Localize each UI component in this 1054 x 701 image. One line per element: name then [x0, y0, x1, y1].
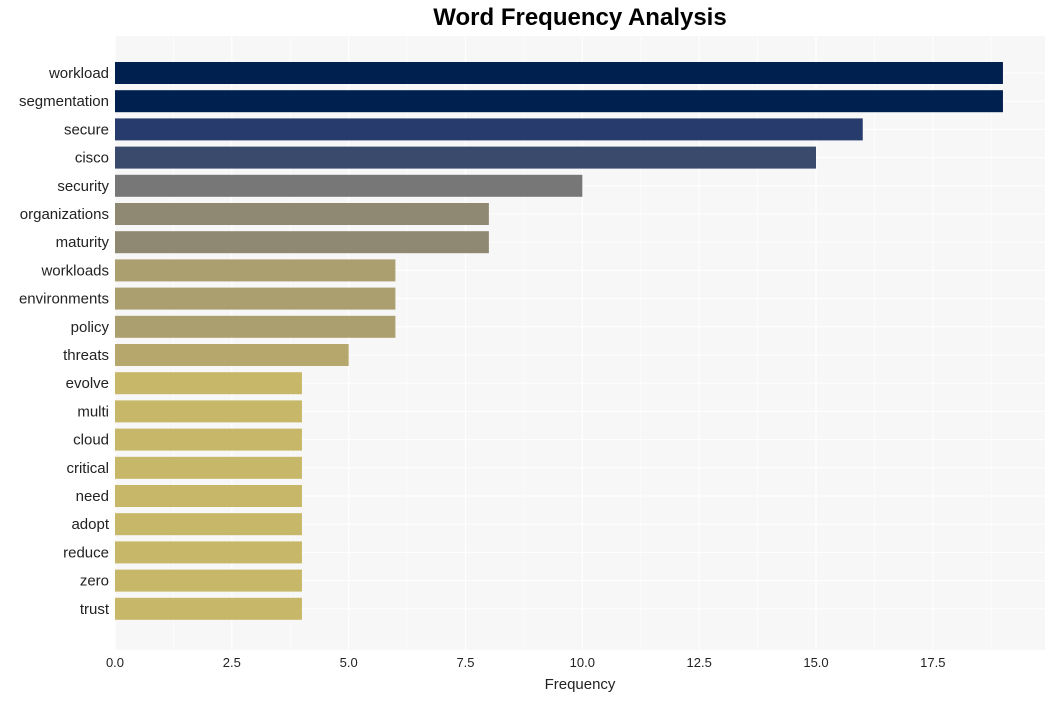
y-tick-label: trust — [80, 601, 110, 618]
x-tick-label: 2.5 — [223, 655, 241, 670]
y-tick-label: reduce — [63, 544, 109, 561]
y-tick-label: workload — [48, 65, 109, 82]
y-tick-label: environments — [19, 291, 109, 308]
x-tick-label: 10.0 — [570, 655, 595, 670]
y-tick-label: security — [57, 178, 109, 195]
bar-cisco — [115, 146, 817, 169]
y-tick-label: critical — [66, 460, 109, 477]
y-tick-label: cloud — [73, 432, 109, 449]
bar-workloads — [115, 259, 396, 282]
x-tick-label: 15.0 — [803, 655, 828, 670]
y-tick-label: secure — [64, 121, 109, 138]
x-tick-label: 0.0 — [106, 655, 124, 670]
bar-security — [115, 174, 583, 197]
bar-zero — [115, 569, 302, 592]
bar-workload — [115, 62, 1003, 84]
y-tick-label: cisco — [75, 150, 109, 167]
bar-cloud — [115, 428, 302, 451]
x-tick-label: 12.5 — [687, 655, 712, 670]
y-tick-label: need — [76, 488, 109, 505]
y-tick-label: organizations — [20, 206, 109, 223]
y-tick-label: workloads — [40, 262, 109, 279]
x-tick-label: 5.0 — [340, 655, 358, 670]
x-axis-label: Frequency — [545, 676, 616, 693]
y-tick-label: multi — [77, 403, 109, 420]
y-tick-label: evolve — [66, 375, 109, 392]
bar-chart: workload segmentation secure cisco security o… — [19, 36, 1045, 693]
y-tick-label: segmentation — [19, 93, 109, 110]
bar-maturity — [115, 231, 489, 254]
x-tick-label: 17.5 — [920, 655, 945, 670]
bar-reduce — [115, 541, 302, 564]
bar-multi — [115, 400, 302, 423]
bar-threats — [115, 344, 349, 366]
bar-organizations — [115, 203, 489, 225]
x-tick-label: 7.5 — [456, 655, 474, 670]
bar-policy — [115, 315, 396, 338]
y-tick-label: zero — [80, 573, 109, 590]
bar-need — [115, 485, 302, 507]
bar-adopt — [115, 513, 302, 536]
bar-evolve — [115, 372, 302, 395]
bar-segmentation — [115, 90, 1003, 113]
bar-secure — [115, 118, 863, 141]
y-tick-label: maturity — [56, 234, 110, 251]
bar-critical — [115, 456, 302, 479]
bar-trust — [115, 597, 302, 620]
y-tick-label: threats — [63, 347, 109, 364]
y-tick-label: adopt — [71, 516, 109, 533]
y-tick-label: policy — [71, 319, 110, 336]
bar-environments — [115, 287, 396, 310]
